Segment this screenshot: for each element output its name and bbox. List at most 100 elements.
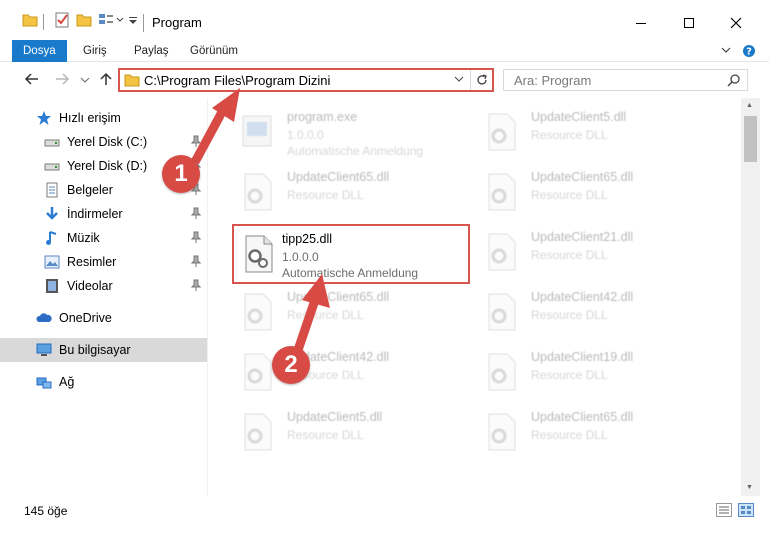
scroll-down-icon[interactable]: ▼ xyxy=(746,484,753,491)
pin-icon[interactable] xyxy=(191,279,201,291)
recent-locations-icon[interactable] xyxy=(80,76,90,84)
drive-icon xyxy=(44,134,60,150)
svg-text:?: ? xyxy=(746,47,752,58)
file-item[interactable]: UpdateClient65.dll Resource DLL xyxy=(237,284,477,340)
file-item[interactable]: program.exe 1.0.0.0 Automatische Anmeldu… xyxy=(237,104,477,160)
view-options-icon[interactable] xyxy=(98,12,114,28)
file-version: Resource DLL xyxy=(531,188,608,202)
file-name: program.exe xyxy=(287,110,358,124)
file-version: Resource DLL xyxy=(287,428,364,442)
close-button[interactable] xyxy=(713,8,759,38)
file-item[interactable]: UpdateClient21.dll Resource DLL xyxy=(481,224,721,280)
pin-icon[interactable] xyxy=(191,207,201,219)
file-item[interactable]: UpdateClient65.dll Resource DLL xyxy=(481,404,721,460)
file-item[interactable]: UpdateClient19.dll Resource DLL xyxy=(481,344,721,400)
computer-icon xyxy=(36,342,52,358)
sidebar-item-label: İndirmeler xyxy=(67,207,123,221)
sidebar-item-yerel-disk-c[interactable]: Yerel Disk (C:) xyxy=(0,130,207,154)
title-divider xyxy=(143,14,144,32)
sidebar-item-label: Yerel Disk (D:) xyxy=(67,159,148,173)
pictures-icon xyxy=(44,254,60,270)
scroll-up-icon[interactable]: ▲ xyxy=(746,102,753,109)
file-description: Automatische Anmeldung xyxy=(282,266,419,280)
search-placeholder: Ara: Program xyxy=(514,73,592,88)
file-item[interactable]: UpdateClient5.dll Resource DLL xyxy=(237,404,477,460)
chevron-down-icon[interactable] xyxy=(116,16,124,24)
file-name: UpdateClient19.dll xyxy=(531,350,634,364)
sidebar-item-label: OneDrive xyxy=(59,311,112,325)
forward-arrow-icon[interactable] xyxy=(54,71,70,87)
address-path: C:\Program Files\Program Dizini xyxy=(144,73,331,88)
step-badge-2: 2 xyxy=(272,346,310,384)
customize-toolbar-icon[interactable] xyxy=(128,16,138,26)
cloud-icon xyxy=(36,310,52,326)
sidebar-item-resimler[interactable]: Resimler xyxy=(0,250,207,274)
file-list: program.exe 1.0.0.0 Automatische Anmeldu… xyxy=(209,98,741,496)
dll-file-icon xyxy=(245,235,273,273)
folder-icon xyxy=(22,14,38,27)
dll-file-icon xyxy=(488,293,516,331)
expand-ribbon-icon[interactable] xyxy=(720,44,732,56)
new-folder-icon[interactable] xyxy=(76,12,92,28)
file-name: UpdateClient65.dll xyxy=(287,290,390,304)
sidebar-item-label: Belgeler xyxy=(67,183,113,197)
file-name: UpdateClient5.dll xyxy=(531,110,627,124)
file-version: Resource DLL xyxy=(531,428,608,442)
pin-icon[interactable] xyxy=(191,231,201,243)
minimize-icon xyxy=(636,23,646,24)
tab-paylas[interactable]: Paylaş xyxy=(134,40,169,62)
back-arrow-icon[interactable] xyxy=(24,71,40,87)
maximize-button[interactable] xyxy=(666,8,712,38)
minimize-button[interactable] xyxy=(618,8,664,38)
drive-icon xyxy=(44,158,60,174)
search-box[interactable]: Ara: Program xyxy=(503,69,748,91)
file-version: 1.0.0.0 xyxy=(287,128,324,142)
refresh-button[interactable] xyxy=(470,70,492,90)
address-bar[interactable]: C:\Program Files\Program Dizini xyxy=(118,68,494,92)
help-icon[interactable]: ? xyxy=(742,44,756,58)
videos-icon xyxy=(44,278,60,294)
dll-file-icon xyxy=(488,113,516,151)
sidebar-item-muzik[interactable]: Müzik xyxy=(0,226,207,250)
download-icon xyxy=(44,206,60,222)
folder-icon xyxy=(124,74,140,87)
dll-file-icon xyxy=(244,413,272,451)
sidebar-item-videolar[interactable]: Videolar xyxy=(0,274,207,298)
file-version: Resource DLL xyxy=(531,248,608,262)
sidebar-item-quick-access[interactable]: Hızlı erişim xyxy=(0,106,207,130)
ribbon: Dosya Giriş Paylaş Görünüm ? xyxy=(0,40,769,62)
file-item-tipp25[interactable]: tipp25.dll 1.0.0.0 Automatische Anmeldun… xyxy=(232,224,470,284)
file-item[interactable]: UpdateClient65.dll Resource DLL xyxy=(481,164,721,220)
tab-gorunum[interactable]: Görünüm xyxy=(190,40,238,62)
sidebar-item-label: Bu bilgisayar xyxy=(59,343,131,357)
details-view-icon[interactable] xyxy=(716,503,732,517)
network-icon xyxy=(36,374,52,390)
pin-icon[interactable] xyxy=(191,255,201,267)
file-item[interactable]: UpdateClient65.dll Resource DLL xyxy=(237,164,477,220)
title-bar: Program xyxy=(0,0,769,40)
pin-icon[interactable] xyxy=(191,135,201,147)
dll-file-icon xyxy=(488,413,516,451)
sidebar-item-bu-bilgisayar[interactable]: Bu bilgisayar xyxy=(0,338,207,362)
sidebar-item-onedrive[interactable]: OneDrive xyxy=(0,306,207,330)
sidebar-item-ag[interactable]: Ağ xyxy=(0,370,207,394)
sidebar-item-label: Yerel Disk (C:) xyxy=(67,135,148,149)
large-icons-view-icon[interactable] xyxy=(738,503,754,517)
file-description: Automatische Anmeldung xyxy=(287,144,424,158)
sidebar-item-label: Hızlı erişim xyxy=(59,111,121,125)
file-item[interactable]: UpdateClient5.dll Resource DLL xyxy=(481,104,721,160)
file-version: Resource DLL xyxy=(287,188,364,202)
file-version: Resource DLL xyxy=(531,128,608,142)
tab-dosya[interactable]: Dosya xyxy=(12,40,67,62)
properties-icon[interactable] xyxy=(54,12,70,28)
file-version: Resource DLL xyxy=(531,368,608,382)
sidebar-item-indirmeler[interactable]: İndirmeler xyxy=(0,202,207,226)
tab-giris[interactable]: Giriş xyxy=(83,40,107,62)
up-arrow-icon[interactable] xyxy=(98,71,114,87)
documents-icon xyxy=(44,182,60,198)
scrollbar-thumb[interactable] xyxy=(744,116,757,162)
vertical-scrollbar[interactable]: ▲ ▼ xyxy=(741,98,760,496)
search-icon[interactable] xyxy=(727,73,741,87)
address-dropdown-icon[interactable] xyxy=(454,74,464,87)
file-item[interactable]: UpdateClient42.dll Resource DLL xyxy=(481,284,721,340)
